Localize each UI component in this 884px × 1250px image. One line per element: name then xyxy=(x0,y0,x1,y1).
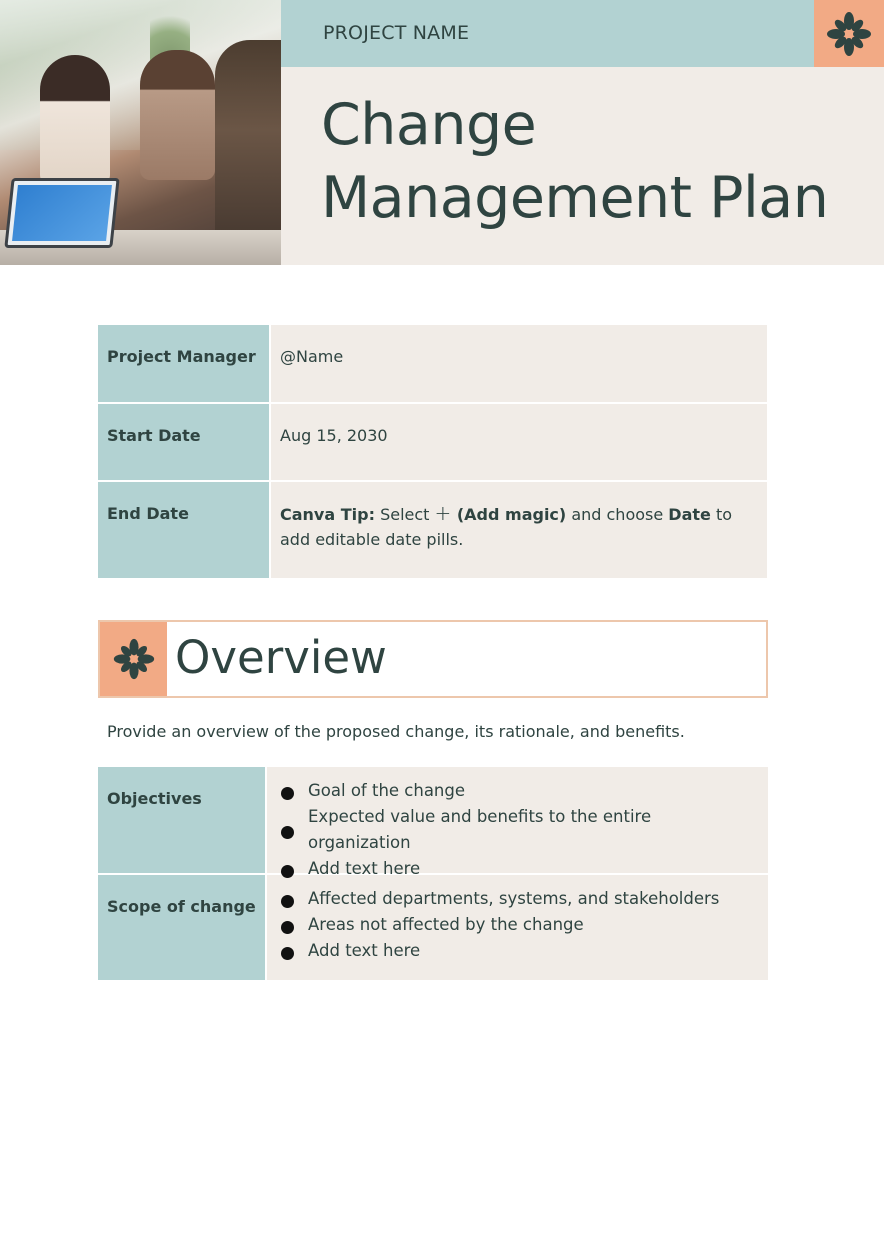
objectives-list: Goal of the change Expected value and be… xyxy=(279,778,756,882)
table-row: Scope of change Affected departments, sy… xyxy=(98,873,768,980)
canva-tip-label: Canva Tip: xyxy=(280,505,375,524)
bullet-icon xyxy=(281,920,294,934)
flower-icon xyxy=(827,11,871,56)
overview-section-header: Overview xyxy=(98,620,768,698)
scope-label: Scope of change xyxy=(98,875,267,980)
list-item[interactable]: Areas not affected by the change xyxy=(279,912,756,938)
project-name-bar: PROJECT NAME xyxy=(281,0,814,67)
scope-list: Affected departments, systems, and stake… xyxy=(279,886,756,964)
list-item[interactable]: Expected value and benefits to the entir… xyxy=(279,804,756,856)
bullet-icon xyxy=(281,864,294,878)
corner-decoration xyxy=(814,0,884,67)
list-item[interactable]: Goal of the change xyxy=(279,778,756,804)
plus-icon: + xyxy=(434,501,452,525)
overview-table: Objectives Goal of the change Expected v… xyxy=(98,767,768,980)
list-item[interactable]: Affected departments, systems, and stake… xyxy=(279,886,756,912)
objectives-label: Objectives xyxy=(98,767,267,873)
document-title[interactable]: Change Management Plan xyxy=(321,89,829,235)
project-name[interactable]: PROJECT NAME xyxy=(323,22,469,44)
table-row: Project Manager @Name xyxy=(98,325,767,402)
end-date-label: End Date xyxy=(98,482,271,578)
bullet-icon xyxy=(281,825,294,839)
title-panel: Change Management Plan xyxy=(281,67,884,265)
bullet-icon xyxy=(281,786,294,800)
cover-header: PROJECT NAME Change Management Plan xyxy=(0,0,884,265)
end-date-value[interactable]: Canva Tip: Select + (Add magic) and choo… xyxy=(271,482,767,578)
project-info-table: Project Manager @Name Start Date Aug 15,… xyxy=(98,325,767,578)
overview-description[interactable]: Provide an overview of the proposed chan… xyxy=(107,722,685,741)
overview-title[interactable]: Overview xyxy=(167,622,766,696)
team-meeting-photo xyxy=(0,0,281,265)
table-row: Objectives Goal of the change Expected v… xyxy=(98,767,768,878)
table-row: Start Date Aug 15, 2030 xyxy=(98,402,767,480)
bullet-icon xyxy=(281,946,294,960)
project-manager-label: Project Manager xyxy=(98,325,271,402)
table-row: End Date Canva Tip: Select + (Add magic)… xyxy=(98,480,767,578)
list-item[interactable]: Add text here xyxy=(279,938,756,964)
start-date-value[interactable]: Aug 15, 2030 xyxy=(271,404,767,480)
laptop xyxy=(4,178,120,248)
project-manager-value[interactable]: @Name xyxy=(271,325,767,402)
flower-icon xyxy=(113,638,154,680)
start-date-label: Start Date xyxy=(98,404,271,480)
bullet-icon xyxy=(281,894,294,908)
